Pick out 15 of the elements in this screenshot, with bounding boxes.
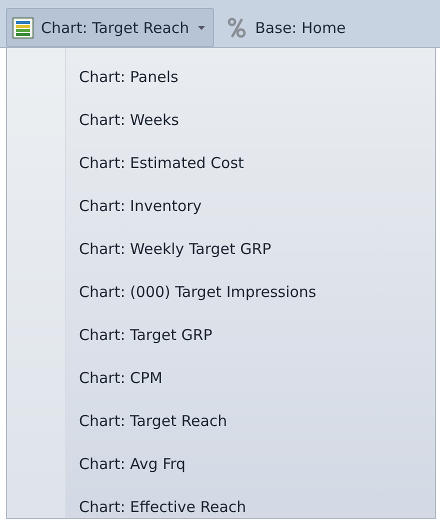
menu-item[interactable]: Chart: Inventory <box>66 185 316 228</box>
menu-item[interactable]: Chart: (000) Target Impressions <box>66 271 316 314</box>
menu-item[interactable]: Chart: Weekly Target GRP <box>66 228 316 271</box>
menu-item[interactable]: Chart: Target Reach <box>66 400 316 443</box>
toolbar-button[interactable]: Chart: Target Reach <box>6 8 214 47</box>
menu-item[interactable]: Chart: Avg Frq <box>66 443 316 486</box>
chart-icon <box>12 16 34 38</box>
toolbar-button[interactable]: Base: Home <box>220 8 355 47</box>
menu-item[interactable]: Chart: CPM <box>66 357 316 400</box>
menu-item[interactable]: Chart: Estimated Cost <box>66 142 316 185</box>
menu-item[interactable]: Chart: Weeks <box>66 99 316 142</box>
percent-icon <box>226 16 248 38</box>
menu-item[interactable]: Chart: Panels <box>66 56 316 99</box>
menu-item[interactable]: Chart: Target GRP <box>66 314 316 357</box>
menu-item[interactable]: Chart: Effective Reach <box>66 486 316 520</box>
